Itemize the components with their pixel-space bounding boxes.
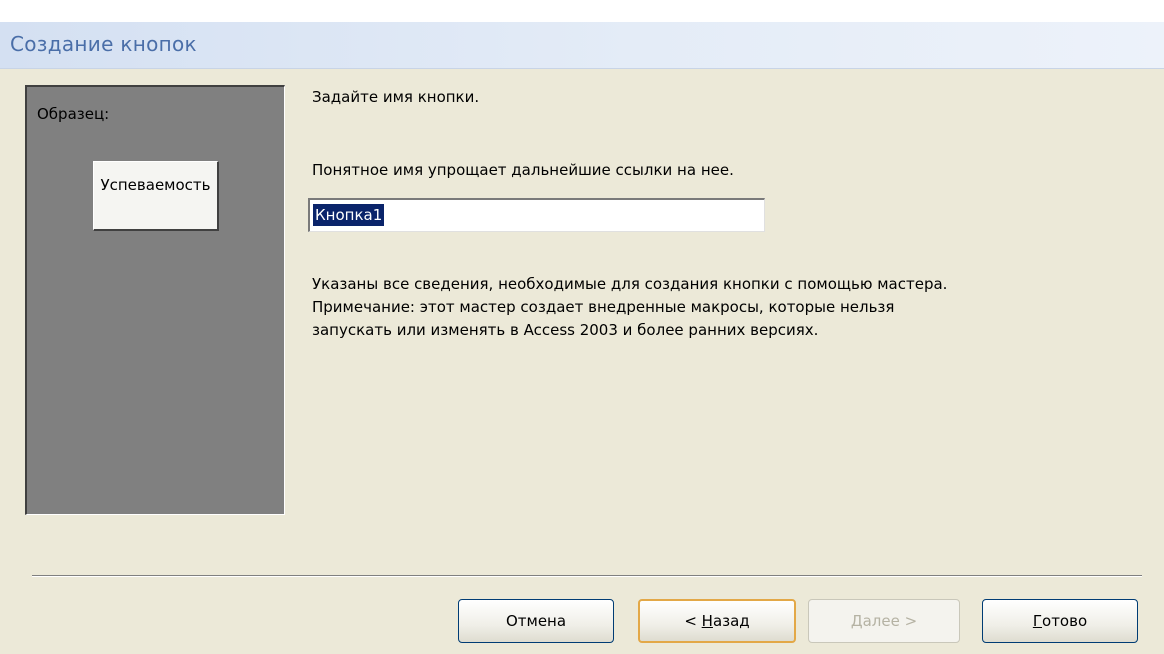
next-button[interactable]: Далее > bbox=[808, 599, 960, 643]
next-button-rest: алее > bbox=[862, 612, 918, 630]
title-bar: Создание кнопок bbox=[0, 22, 1164, 69]
button-name-input[interactable]: Кнопка1 bbox=[308, 198, 765, 232]
button-name-value: Кнопка1 bbox=[313, 204, 385, 226]
step-heading: Задайте имя кнопки. bbox=[312, 88, 480, 106]
step-hint: Понятное имя упрощает дальнейшие ссылки … bbox=[312, 161, 734, 179]
back-button-prefix: < bbox=[684, 612, 702, 630]
info-line: Указаны все сведения, необходимые для со… bbox=[312, 275, 948, 293]
back-button-rest: азад bbox=[712, 612, 750, 630]
info-line: Примечание: этот мастер создает внедренн… bbox=[312, 298, 895, 316]
preview-panel: Образец: Успеваемость bbox=[25, 85, 285, 515]
back-button[interactable]: < Назад bbox=[638, 599, 796, 643]
top-strip bbox=[0, 0, 1164, 22]
info-line: запускать или изменять в Access 2003 и б… bbox=[312, 321, 819, 339]
info-text: Указаны все сведения, необходимые для со… bbox=[312, 273, 1152, 342]
finish-button-rest: отово bbox=[1042, 612, 1088, 630]
window-title: Создание кнопок bbox=[10, 32, 197, 56]
next-button-accel: Д bbox=[850, 612, 863, 630]
separator bbox=[32, 575, 1142, 577]
button-wizard-dialog: Создание кнопок Образец: Успеваемость За… bbox=[0, 0, 1164, 654]
finish-button[interactable]: Готово bbox=[982, 599, 1138, 643]
finish-button-accel: Г bbox=[1032, 612, 1043, 630]
preview-label: Образец: bbox=[37, 105, 110, 123]
preview-sample-button: Успеваемость bbox=[93, 161, 219, 231]
back-button-accel: Н bbox=[701, 612, 713, 630]
cancel-button[interactable]: Отмена bbox=[458, 599, 614, 643]
